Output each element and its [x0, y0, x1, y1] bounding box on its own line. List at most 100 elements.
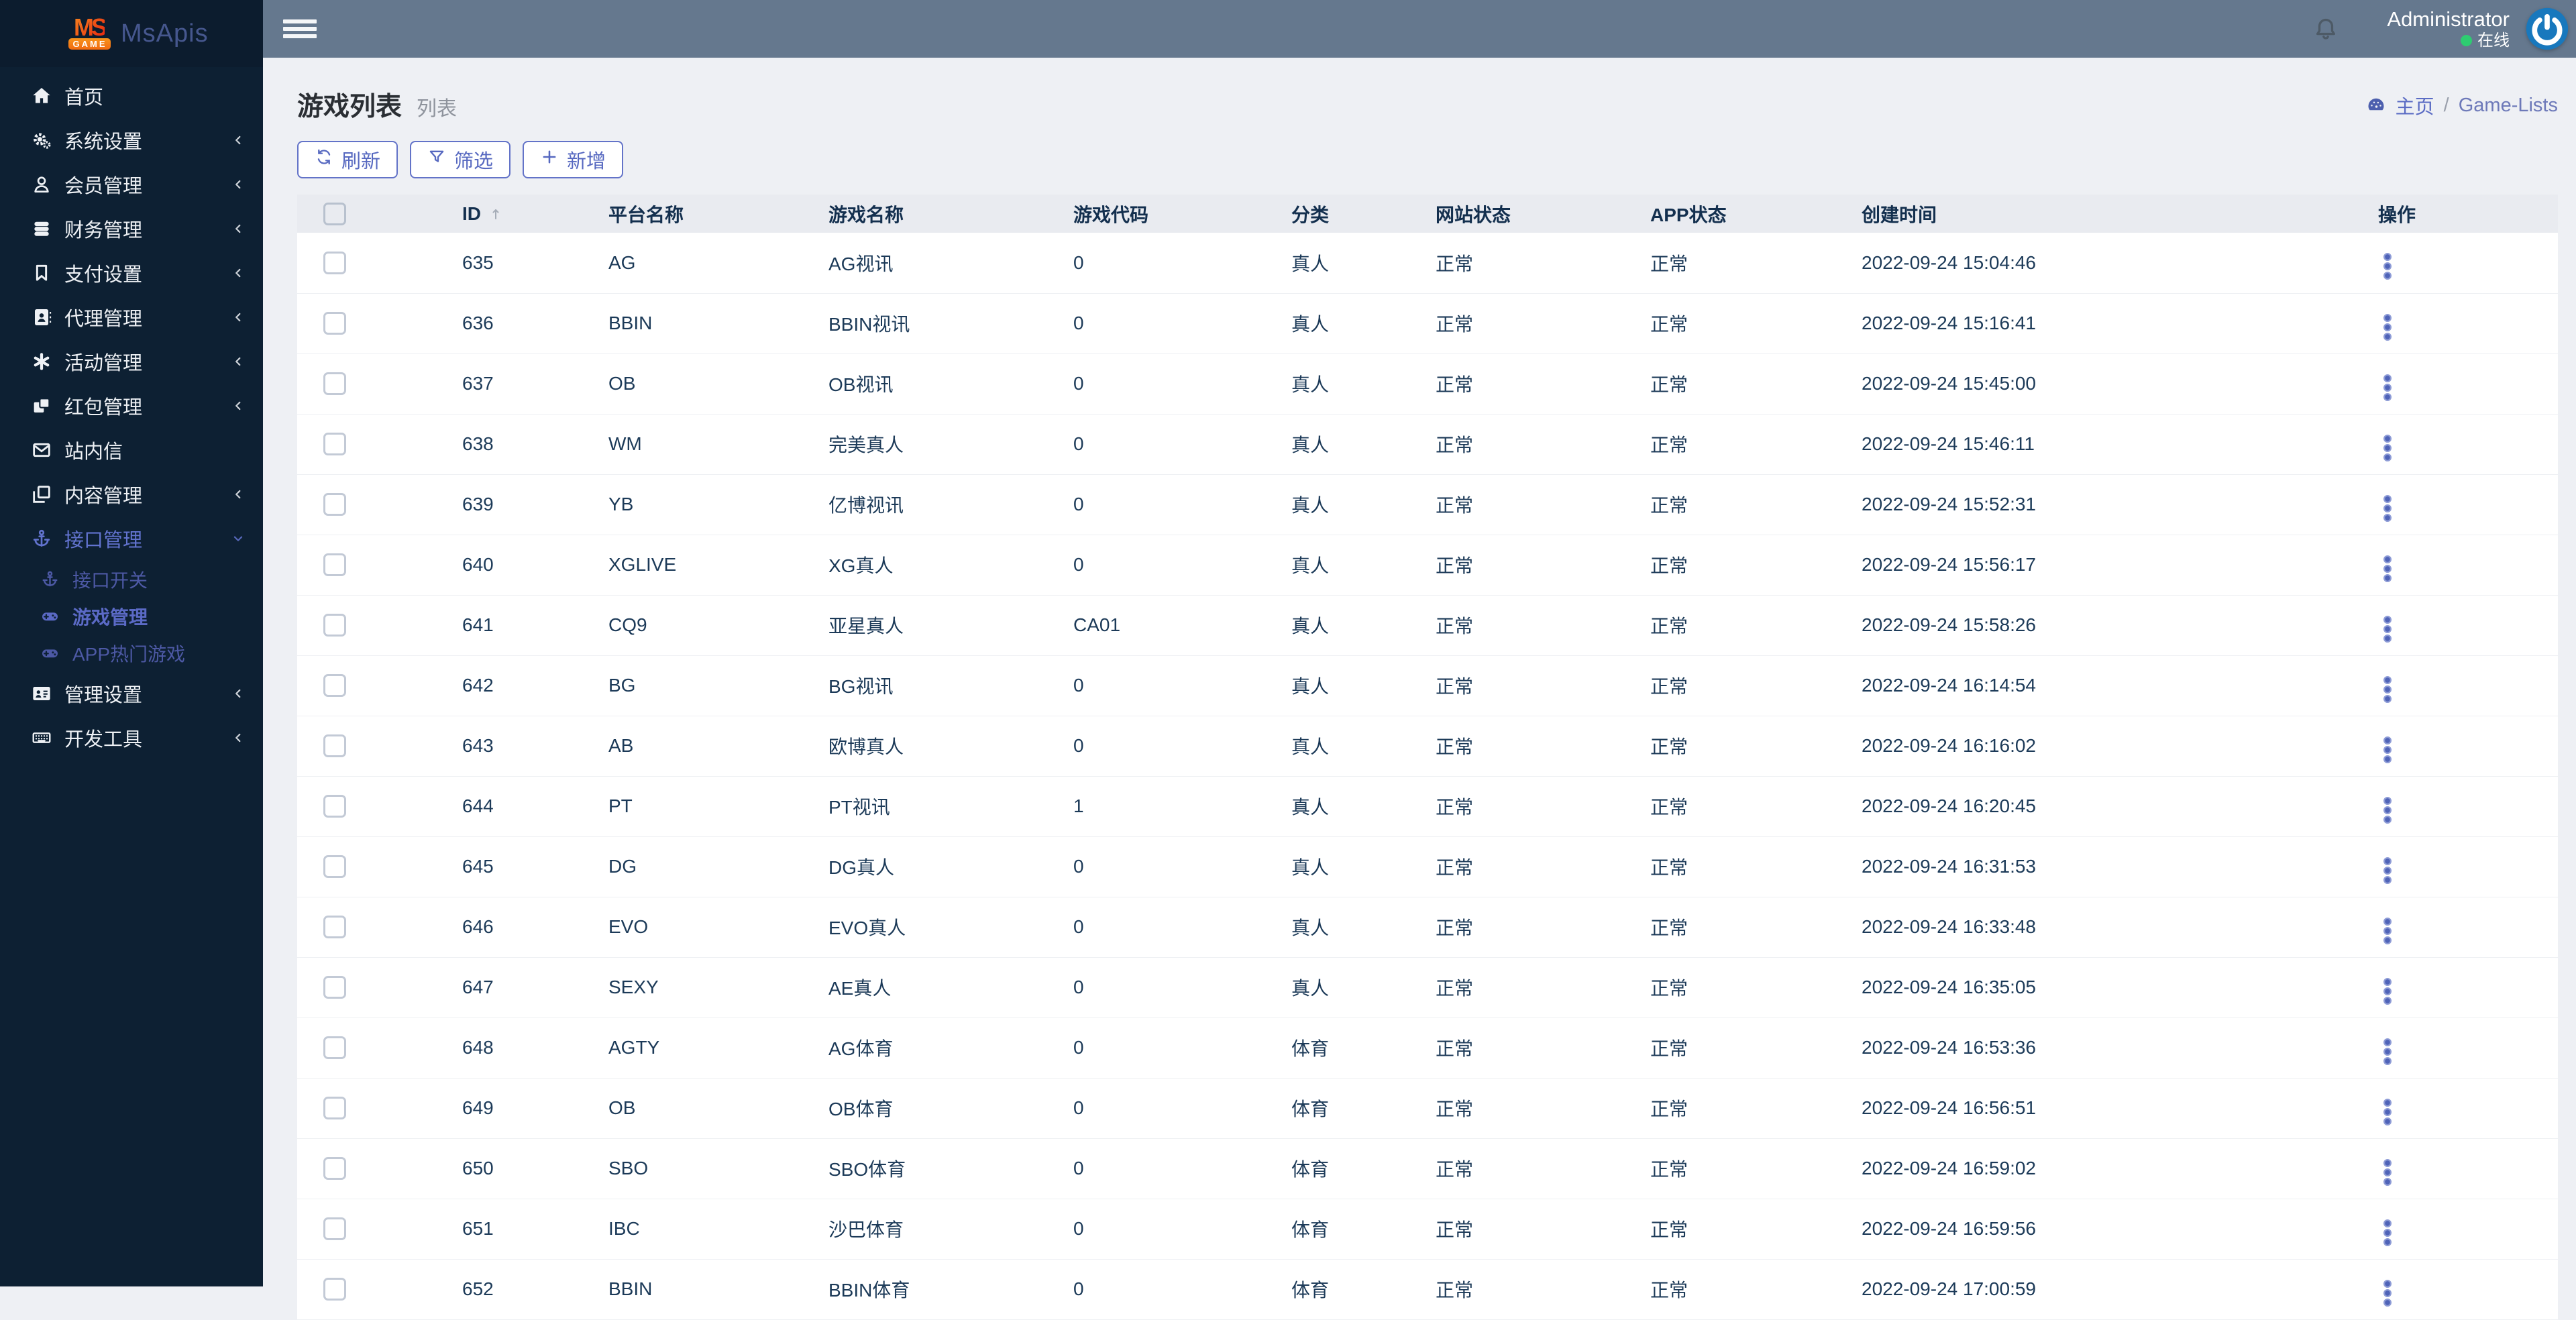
row-checkbox[interactable] — [323, 795, 346, 818]
row-actions-kebab-icon[interactable] — [2378, 794, 2397, 826]
anchor-icon — [38, 567, 62, 592]
sort-asc-icon[interactable] — [488, 206, 504, 222]
cell-created: 2022-09-24 16:14:54 — [1831, 655, 2347, 716]
sidebar-item-app-hot-games[interactable]: APP热门游戏 — [0, 635, 263, 671]
row-actions-kebab-icon[interactable] — [2378, 1156, 2397, 1189]
row-checkbox[interactable] — [323, 734, 346, 757]
row-checkbox[interactable] — [323, 372, 346, 395]
row-actions-kebab-icon[interactable] — [2378, 1096, 2397, 1128]
row-checkbox[interactable] — [323, 1217, 346, 1240]
cell-category: 真人 — [1260, 957, 1405, 1018]
sidebar-item-home[interactable]: 首页 — [0, 74, 263, 118]
chevron-left-icon — [231, 133, 246, 148]
row-checkbox[interactable] — [323, 976, 346, 999]
sidebar-item-payment-settings[interactable]: 支付设置 — [0, 251, 263, 295]
row-checkbox[interactable] — [323, 553, 346, 576]
cell-created: 2022-09-24 16:31:53 — [1831, 836, 2347, 897]
notifications-bell-icon[interactable] — [2312, 15, 2340, 43]
row-checkbox[interactable] — [323, 312, 346, 335]
cell-site-status: 正常 — [1405, 1018, 1619, 1078]
row-checkbox[interactable] — [323, 855, 346, 878]
row-actions-kebab-icon[interactable] — [2378, 1277, 2397, 1309]
row-actions-kebab-icon[interactable] — [2378, 1217, 2397, 1249]
row-actions-kebab-icon[interactable] — [2378, 975, 2397, 1007]
col-game-name: 游戏名称 — [798, 195, 1042, 233]
row-checkbox[interactable] — [323, 614, 346, 637]
cell-app-status: 正常 — [1619, 595, 1831, 655]
cell-app-status: 正常 — [1619, 474, 1831, 535]
sidebar-item-agent-management[interactable]: 代理管理 — [0, 295, 263, 339]
chevron-left-icon — [231, 354, 246, 369]
row-actions-kebab-icon[interactable] — [2378, 372, 2397, 404]
cell-site-status: 正常 — [1405, 293, 1619, 353]
row-checkbox[interactable] — [323, 252, 346, 274]
col-id[interactable]: ID — [462, 203, 481, 225]
cell-app-status: 正常 — [1619, 1078, 1831, 1138]
row-actions-kebab-icon[interactable] — [2378, 915, 2397, 947]
cell-site-status: 正常 — [1405, 1078, 1619, 1138]
cell-created: 2022-09-24 15:52:31 — [1831, 474, 2347, 535]
hamburger-menu-icon[interactable] — [283, 19, 317, 38]
row-actions-kebab-icon[interactable] — [2378, 432, 2397, 464]
row-checkbox[interactable] — [323, 1278, 346, 1301]
cell-platform: OB — [578, 353, 798, 414]
cell-id: 639 — [431, 474, 578, 535]
sidebar-item-api-management[interactable]: 接口管理 — [0, 516, 263, 561]
row-checkbox[interactable] — [323, 433, 346, 455]
cell-game-code: 0 — [1042, 1199, 1260, 1259]
select-all-checkbox[interactable] — [323, 203, 346, 225]
table-row: 636BBINBBIN视讯0真人正常正常2022-09-24 15:16:41 — [297, 293, 2558, 353]
cell-app-status: 正常 — [1619, 897, 1831, 957]
cell-category: 体育 — [1260, 1018, 1405, 1078]
sidebar-item-admin-settings[interactable]: 管理设置 — [0, 671, 263, 716]
add-button[interactable]: 新增 — [523, 141, 623, 178]
cell-id: 652 — [431, 1259, 578, 1319]
row-actions-kebab-icon[interactable] — [2378, 553, 2397, 585]
row-checkbox[interactable] — [323, 1157, 346, 1180]
cell-app-status: 正常 — [1619, 1259, 1831, 1319]
row-checkbox[interactable] — [323, 493, 346, 516]
user-info[interactable]: Administrator 在线 — [2387, 7, 2510, 50]
row-checkbox[interactable] — [323, 1097, 346, 1119]
row-checkbox[interactable] — [323, 1036, 346, 1059]
logout-power-button[interactable] — [2524, 6, 2570, 52]
user-icon — [30, 172, 54, 197]
sidebar-item-dev-tools[interactable]: 开发工具 — [0, 716, 263, 760]
cell-created: 2022-09-24 15:45:00 — [1831, 353, 2347, 414]
cell-game-name: 沙巴体育 — [798, 1199, 1042, 1259]
brand-logo[interactable]: MS GAME MsApis — [0, 0, 263, 67]
cell-game-name: AE真人 — [798, 957, 1042, 1018]
sidebar-item-activity-management[interactable]: 活动管理 — [0, 339, 263, 384]
cell-game-code: 0 — [1042, 1078, 1260, 1138]
row-checkbox[interactable] — [323, 674, 346, 697]
table-row: 638WM完美真人0真人正常正常2022-09-24 15:46:11 — [297, 414, 2558, 474]
sidebar-item-member-management[interactable]: 会员管理 — [0, 162, 263, 207]
cell-platform: BG — [578, 655, 798, 716]
table-row: 640XGLIVEXG真人0真人正常正常2022-09-24 15:56:17 — [297, 535, 2558, 595]
row-actions-kebab-icon[interactable] — [2378, 855, 2397, 887]
row-checkbox[interactable] — [323, 916, 346, 938]
sidebar-item-finance-management[interactable]: 财务管理 — [0, 207, 263, 251]
sidebar-item-game-management[interactable]: 游戏管理 — [0, 598, 263, 635]
user-name: Administrator — [2387, 7, 2510, 32]
sidebar-item-red-packet-management[interactable]: 红包管理 — [0, 384, 263, 428]
cell-game-code: 0 — [1042, 233, 1260, 293]
row-actions-kebab-icon[interactable] — [2378, 734, 2397, 766]
breadcrumb-home-link[interactable]: 主页 — [2396, 91, 2434, 119]
row-actions-kebab-icon[interactable] — [2378, 492, 2397, 525]
sidebar-item-site-mail[interactable]: 站内信 — [0, 428, 263, 472]
sidebar-item-system-settings[interactable]: 系统设置 — [0, 118, 263, 162]
sidebar-item-content-management[interactable]: 内容管理 — [0, 472, 263, 516]
chevron-left-icon — [231, 487, 246, 502]
sidebar-item-api-switch[interactable]: 接口开关 — [0, 561, 263, 598]
cell-app-status: 正常 — [1619, 716, 1831, 776]
filter-button[interactable]: 筛选 — [410, 141, 511, 178]
row-actions-kebab-icon[interactable] — [2378, 673, 2397, 706]
refresh-button[interactable]: 刷新 — [297, 141, 398, 178]
cell-game-name: DG真人 — [798, 836, 1042, 897]
row-actions-kebab-icon[interactable] — [2378, 311, 2397, 343]
cell-category: 体育 — [1260, 1199, 1405, 1259]
row-actions-kebab-icon[interactable] — [2378, 1036, 2397, 1068]
row-actions-kebab-icon[interactable] — [2378, 613, 2397, 645]
row-actions-kebab-icon[interactable] — [2378, 250, 2397, 282]
